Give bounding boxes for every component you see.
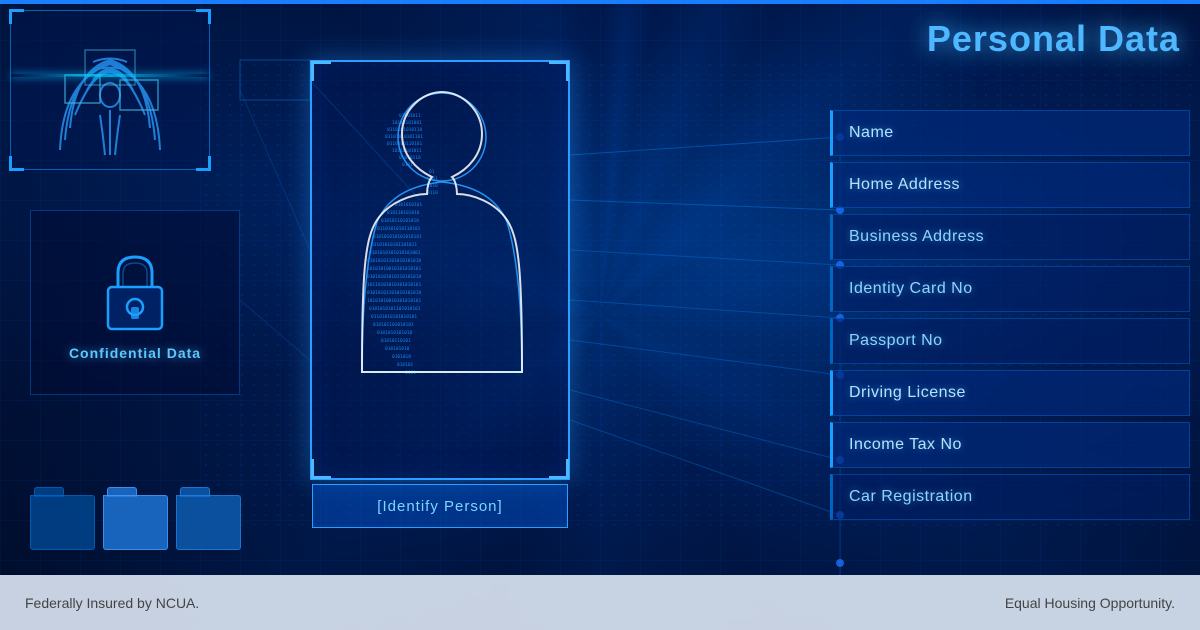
svg-text:010101010101010101: 010101010101010101 — [373, 234, 422, 240]
data-field-home-address[interactable]: Home Address — [830, 162, 1190, 208]
data-field-label-passport-no: Passport No — [849, 332, 943, 350]
identify-bar: [Identify Person] — [312, 484, 568, 528]
folder-body-1 — [30, 495, 95, 550]
data-field-label-name: Name — [849, 124, 894, 142]
confidential-box: Confidential Data — [30, 210, 240, 395]
svg-text:01101010101101011: 01101010101101011 — [371, 242, 417, 248]
svg-text:0101: 0101 — [402, 162, 413, 168]
fingerprint-icon — [45, 20, 175, 160]
svg-text:01101010101010101: 01101010101010101 — [371, 314, 417, 320]
svg-text:01101010101101: 01101010101101 — [385, 134, 423, 140]
identify-label: [Identify Person] — [377, 498, 502, 515]
svg-text:10110101001: 10110101001 — [392, 120, 422, 126]
person-silhouette: 01001011 10110101001 0110101010110 01101… — [317, 72, 567, 472]
svg-text:0101010: 0101010 — [392, 354, 411, 360]
svg-text:10110101010101010101: 10110101010101010101 — [367, 282, 421, 288]
svg-text:010110101010: 010110101010 — [387, 210, 420, 216]
person-card: 01001011 10110101001 0110101010110 01101… — [310, 60, 570, 530]
svg-text:0110100110101: 0110100110101 — [387, 141, 423, 147]
corner-tr — [196, 9, 211, 24]
data-field-label-income-tax-no: Income Tax No — [849, 436, 962, 454]
data-field-business-address[interactable]: Business Address — [830, 214, 1190, 260]
svg-text:0101010101: 0101010101 — [395, 202, 422, 208]
fingerprint-section — [10, 10, 230, 190]
footer-right-text: Equal Housing Opportunity. — [1005, 595, 1175, 611]
svg-text:0110: 0110 — [427, 190, 438, 196]
data-field-income-tax-no[interactable]: Income Tax No — [830, 422, 1190, 468]
data-field-name[interactable]: Name — [830, 110, 1190, 156]
svg-text:01010101010110101010: 01010101010110101010 — [367, 274, 421, 280]
person-card-inner: 01001011 10110101001 0110101010110 01101… — [310, 60, 570, 480]
data-field-label-car-registration: Car Registration — [849, 488, 973, 506]
svg-text:01010110101: 01010110101 — [381, 338, 411, 344]
folder-1 — [30, 495, 95, 550]
corner-br — [196, 156, 211, 171]
main-container: Personal Data — [0, 0, 1200, 630]
svg-text:0101010101101010101: 0101010101101010101 — [369, 306, 421, 312]
svg-text:01010110101010: 01010110101010 — [381, 218, 419, 224]
data-field-identity-card-no[interactable]: Identity Card No — [830, 266, 1190, 312]
data-field-passport-no[interactable]: Passport No — [830, 318, 1190, 364]
folder-2 — [103, 495, 168, 550]
lock-icon — [90, 245, 180, 335]
svg-text:10101010010101010101: 10101010010101010101 — [367, 298, 421, 304]
svg-text:010101101010101: 010101101010101 — [373, 322, 414, 328]
content: Personal Data — [0, 0, 1200, 630]
corner-bl — [9, 156, 24, 171]
data-field-label-home-address: Home Address — [849, 176, 960, 194]
svg-text:010101010: 010101010 — [385, 346, 410, 352]
folder-body-3 — [176, 495, 241, 550]
footer-bar: Federally Insured by NCUA. Equal Housing… — [0, 575, 1200, 630]
svg-text:010101: 010101 — [397, 362, 414, 368]
scan-line — [11, 74, 209, 77]
corner-tl — [9, 9, 24, 24]
svg-text:0110101010110101: 0110101010110101 — [377, 226, 421, 232]
svg-text:01010101101010101010: 01010101101010101010 — [367, 290, 421, 296]
data-field-label-driving-license: Driving License — [849, 384, 966, 402]
svg-text:10101010010101010101: 10101010010101010101 — [367, 266, 421, 272]
folder-body-2 — [103, 495, 168, 550]
folders-section — [30, 450, 260, 550]
folder-3 — [176, 495, 241, 550]
page-title: Personal Data — [927, 18, 1180, 60]
data-field-label-identity-card-no: Identity Card No — [849, 280, 973, 298]
header-bar — [0, 0, 1200, 4]
data-field-label-business-address: Business Address — [849, 228, 984, 246]
footer-left-text: Federally Insured by NCUA. — [25, 595, 199, 611]
svg-text:01: 01 — [429, 169, 435, 175]
confidential-label: Confidential Data — [69, 345, 201, 361]
svg-text:0101010101010101001: 0101010101010101001 — [369, 250, 421, 256]
confidential-section: Confidential Data — [30, 210, 260, 410]
svg-text:0101010101010: 0101010101010 — [377, 330, 413, 336]
svg-text:0110101010110: 0110101010110 — [387, 127, 423, 133]
data-fields-panel: Name Home Address Business Address Identity… — [830, 110, 1190, 520]
svg-text:01010101101010101010: 01010101101010101010 — [367, 258, 421, 264]
data-field-driving-license[interactable]: Driving License — [830, 370, 1190, 416]
fingerprint-box — [10, 10, 210, 170]
data-field-car-registration[interactable]: Car Registration — [830, 474, 1190, 520]
svg-text:01001011: 01001011 — [399, 113, 421, 119]
